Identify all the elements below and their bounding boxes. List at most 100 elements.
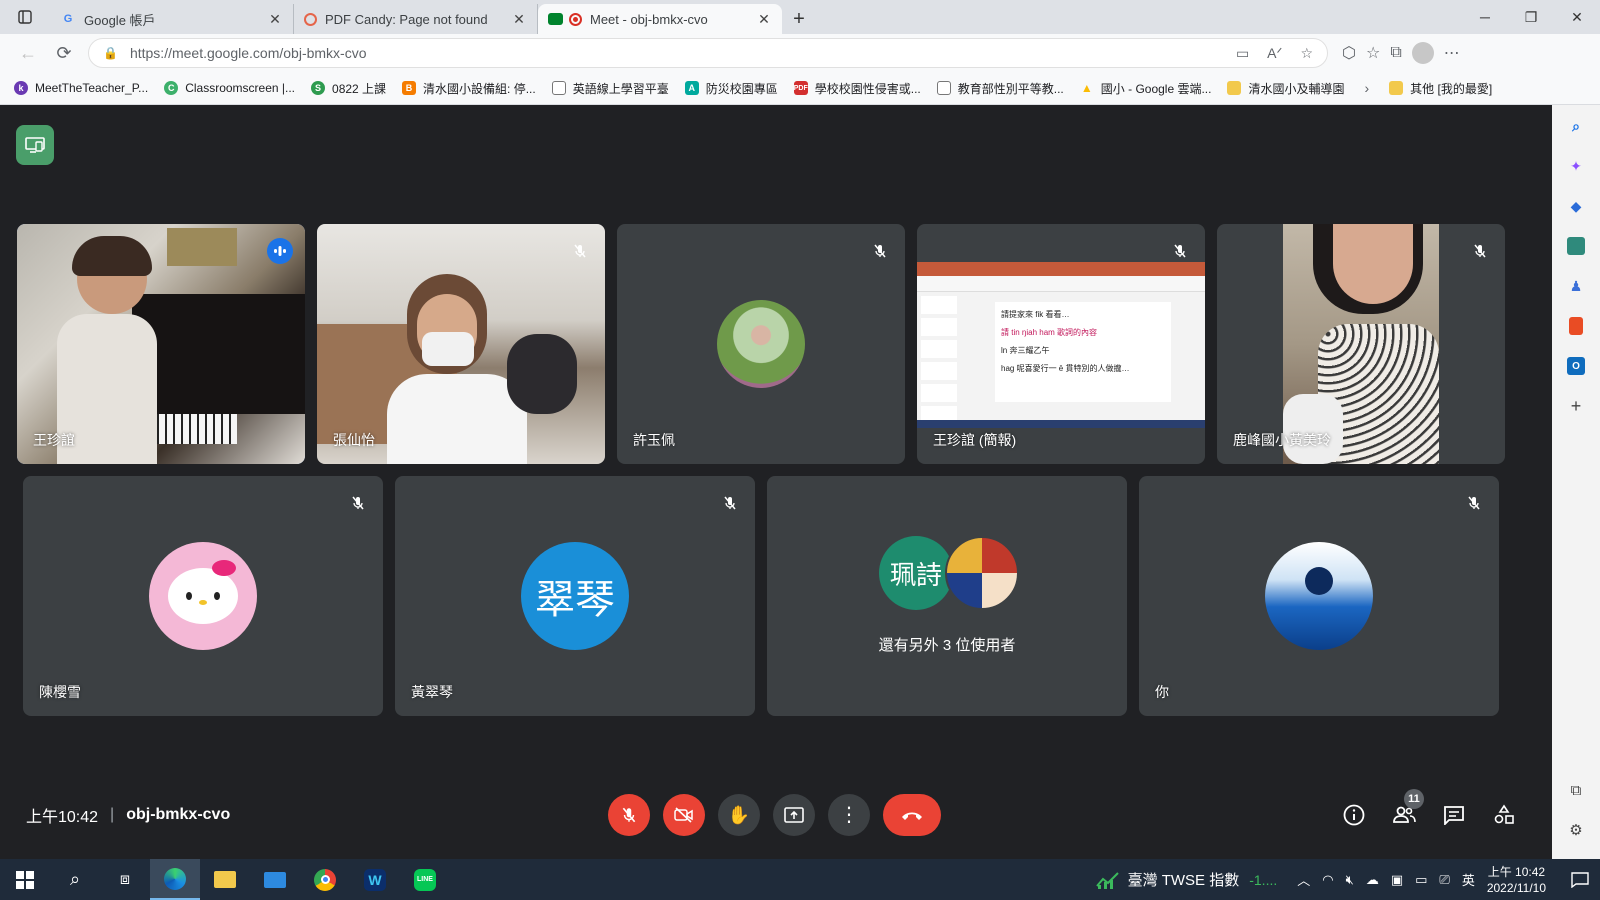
- raise-hand-button[interactable]: ✋: [718, 794, 760, 836]
- present-screen-button[interactable]: [773, 794, 815, 836]
- mic-muted-icon: [867, 238, 893, 264]
- windows-logo-icon: [16, 870, 34, 889]
- favorite-add-icon[interactable]: ☆: [1300, 45, 1313, 62]
- meeting-details-button[interactable]: [16, 125, 54, 165]
- tools-icon[interactable]: [1567, 237, 1585, 255]
- webex-icon: W: [364, 868, 386, 891]
- ime-indicator[interactable]: 英: [1462, 870, 1475, 889]
- edge-icon: [164, 867, 186, 890]
- participant-avatar: [717, 300, 805, 388]
- browser-sidebar: ⌕ ✦ ◆ ♟ O + ⧉ ⚙: [1552, 105, 1600, 859]
- presentation-tile[interactable]: 請提家來 fik 看看… 請 tin ŋiah ham 歌詞的內容 ln 奔三耀…: [917, 224, 1205, 464]
- copilot-icon[interactable]: ✦: [1567, 157, 1585, 175]
- more-options-button[interactable]: ⋮: [828, 794, 870, 836]
- taskbar-chrome[interactable]: [300, 859, 350, 900]
- start-button[interactable]: [0, 859, 50, 900]
- extensions-icon[interactable]: ⬡: [1342, 43, 1356, 63]
- tab-meet[interactable]: Meet - obj-bmkx-cvo ✕: [538, 4, 782, 34]
- tab-pdf-candy[interactable]: PDF Candy: Page not found ✕: [294, 4, 538, 34]
- tab-actions-button[interactable]: [0, 0, 50, 34]
- settings-more-icon[interactable]: ⋯: [1444, 43, 1460, 63]
- people-button[interactable]: 11: [1392, 789, 1424, 827]
- add-icon[interactable]: +: [1567, 396, 1585, 416]
- new-tab-button[interactable]: +: [782, 4, 816, 34]
- read-aloud-icon[interactable]: Aᐟ: [1267, 45, 1282, 62]
- stock-widget[interactable]: 臺灣 TWSE 指數 -1....: [1095, 869, 1277, 890]
- bookmark-item[interactable]: ▲ 國小 - Google 雲端...: [1080, 80, 1212, 97]
- url-omnibox[interactable]: 🔒 https://meet.google.com/obj-bmkx-cvo ▭…: [88, 38, 1328, 68]
- taskbar-mail[interactable]: [250, 859, 300, 900]
- participant-tile[interactable]: 許玉佩: [617, 224, 905, 464]
- battery-icon[interactable]: ▭: [1415, 872, 1427, 888]
- search-icon[interactable]: ⌕: [1567, 117, 1585, 135]
- toggle-mic-button[interactable]: [608, 794, 650, 836]
- bookmark-item[interactable]: k MeetTheTeacher_P...: [14, 81, 148, 95]
- leave-call-button[interactable]: [883, 794, 941, 836]
- participant-name: 王珍誼: [33, 432, 75, 448]
- participant-tile[interactable]: 陳櫻雪: [23, 476, 383, 716]
- games-icon[interactable]: ♟: [1567, 277, 1585, 295]
- split-screen-icon[interactable]: ⧉: [1571, 782, 1582, 799]
- reload-button[interactable]: ⟳: [46, 37, 82, 69]
- bookmark-item[interactable]: PDF 學校校園性侵害或...: [793, 80, 921, 97]
- self-tile[interactable]: 你: [1139, 476, 1499, 716]
- bookmark-item[interactable]: 教育部性別平等教...: [936, 80, 1064, 97]
- chat-icon: [1444, 806, 1464, 825]
- taskbar-clock[interactable]: 上午 10:42 2022/11/10: [1487, 864, 1546, 896]
- close-icon[interactable]: ✕: [756, 11, 772, 28]
- toolbar-right: ⬡ ☆ ⧉ ⋯: [1342, 42, 1460, 64]
- participant-count-badge: 11: [1404, 789, 1424, 809]
- bookmark-item[interactable]: 英語線上學習平臺: [551, 80, 669, 97]
- bookmark-item[interactable]: B 清水國小設備組: 停...: [402, 80, 536, 97]
- others-tile[interactable]: 珮詩 還有另外 3 位使用者: [767, 476, 1127, 716]
- participant-tile[interactable]: 翠琴 黃翠琴: [395, 476, 755, 716]
- wifi-icon[interactable]: ◠: [1322, 872, 1333, 888]
- activities-button[interactable]: [1492, 803, 1516, 827]
- participant-tile[interactable]: 鹿峰國小黃美玲: [1217, 224, 1505, 464]
- activities-icon: [1494, 804, 1514, 824]
- system-tray: 臺灣 TWSE 指數 -1.... ︿ ◠ 🔇︎ ☁ ▣ ▭ ⎚ 英 上午 10…: [1095, 859, 1600, 900]
- minimize-icon[interactable]: ─: [1462, 0, 1508, 34]
- close-icon[interactable]: ✕: [267, 11, 283, 28]
- bookmark-item[interactable]: S 0822 上課: [311, 80, 386, 97]
- chevron-up-icon[interactable]: ︿: [1297, 870, 1310, 889]
- notification-button[interactable]: [1560, 871, 1600, 888]
- chat-button[interactable]: [1442, 803, 1466, 827]
- bookmark-item[interactable]: A 防災校園專區: [684, 80, 778, 97]
- outlook-icon[interactable]: O: [1567, 357, 1585, 375]
- speaking-indicator-icon: [267, 238, 293, 264]
- task-view-button[interactable]: ⧈: [100, 859, 150, 900]
- chevron-right-icon[interactable]: ›: [1365, 80, 1370, 96]
- taskbar-search-button[interactable]: ⌕: [50, 859, 100, 900]
- camera-permission-icon[interactable]: ▭: [1236, 45, 1249, 62]
- onedrive-icon[interactable]: ☁: [1366, 872, 1379, 888]
- meeting-details-info-button[interactable]: [1342, 803, 1366, 827]
- window-close-icon[interactable]: ✕: [1554, 0, 1600, 34]
- meet-now-icon[interactable]: ⎚: [1439, 872, 1449, 888]
- bookmark-item[interactable]: 清水國小及輔導園: [1227, 80, 1345, 97]
- shopping-icon[interactable]: ◆: [1567, 197, 1585, 215]
- toggle-camera-button[interactable]: [663, 794, 705, 836]
- participant-tile[interactable]: 王珍誼: [17, 224, 305, 464]
- taskbar-explorer[interactable]: [200, 859, 250, 900]
- present-to-all-icon: [25, 137, 45, 153]
- favorites-icon[interactable]: ☆: [1366, 43, 1380, 63]
- bookmark-folder-other[interactable]: 其他 [我的最愛]: [1389, 80, 1492, 97]
- profile-avatar[interactable]: [1411, 42, 1434, 64]
- participant-tile[interactable]: 張仙怡: [317, 224, 605, 464]
- taskbar-edge[interactable]: [150, 859, 200, 900]
- google-drive-icon: ▲: [1080, 81, 1093, 95]
- network-icon[interactable]: ▣: [1391, 872, 1403, 888]
- taskbar-webex[interactable]: W: [350, 859, 400, 900]
- lock-icon: 🔒: [103, 46, 118, 60]
- taskbar-line[interactable]: LINE: [400, 859, 450, 900]
- volume-muted-icon[interactable]: 🔇︎: [1346, 872, 1354, 888]
- back-button[interactable]: ←: [10, 37, 46, 69]
- settings-icon[interactable]: ⚙: [1569, 821, 1582, 839]
- office-icon[interactable]: [1569, 317, 1583, 335]
- close-icon[interactable]: ✕: [511, 11, 527, 28]
- bookmark-item[interactable]: C Classroomscreen |...: [164, 81, 295, 95]
- collections-icon[interactable]: ⧉: [1390, 44, 1401, 62]
- restore-icon[interactable]: ❐: [1508, 0, 1554, 34]
- tab-google-account[interactable]: G Google 帳戶 ✕: [50, 4, 294, 34]
